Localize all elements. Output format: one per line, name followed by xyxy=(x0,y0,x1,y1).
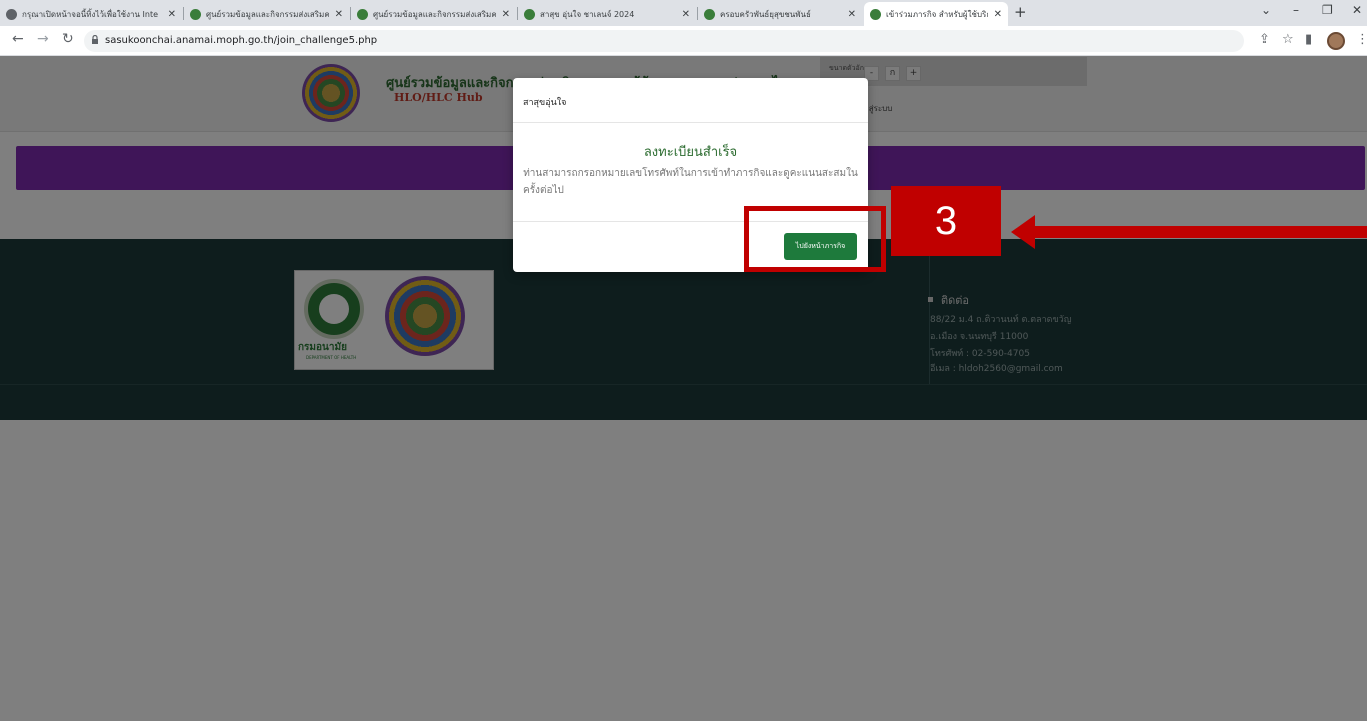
close-icon[interactable]: ✕ xyxy=(502,9,510,20)
browser-tab[interactable]: สาสุข อุ่นใจ ชาเลนจ์ 2024 ✕ xyxy=(518,2,696,26)
modal-message-line2: ครั้งต่อไป xyxy=(523,185,564,196)
close-icon[interactable]: ✕ xyxy=(994,9,1002,20)
back-icon[interactable]: ← xyxy=(12,31,24,47)
modal-message-line1: ท่านสามารถกรอกหมายเลขโทรศัพท์ในการเข้าทำ… xyxy=(523,168,858,179)
tab-title: สาสุข อุ่นใจ ชาเลนจ์ 2024 xyxy=(540,9,635,19)
close-icon[interactable]: ✕ xyxy=(682,9,690,20)
browser-tab-active[interactable]: เข้าร่วมภารกิจ สำหรับผู้ใช้บริการ ✕ xyxy=(864,2,1008,26)
close-icon[interactable]: ✕ xyxy=(848,9,856,20)
globe-icon xyxy=(6,8,17,20)
tab-title: ครอบครัวพันธ์ยุสุขชนพันธ์ xyxy=(720,9,811,19)
modal-header: สาสุขอุ่นใจ xyxy=(513,78,868,123)
restore-icon[interactable]: ❐ xyxy=(1322,3,1333,17)
modal-message: ท่านสามารถกรอกหมายเลขโทรศัพท์ในการเข้าทำ… xyxy=(513,166,868,198)
share-icon[interactable]: ⇪ xyxy=(1259,32,1270,47)
tab-search-icon[interactable]: ⌄ xyxy=(1261,3,1271,17)
browser-toolbar: ← → ↻ sasukoonchai.anamai.moph.go.th/joi… xyxy=(0,26,1367,56)
site-favicon-icon xyxy=(704,8,715,20)
tab-title: กรุณาเปิดหน้าจอนี้ทิ้งไว้เพื่อใช้งาน Int… xyxy=(22,9,158,19)
side-panel-icon[interactable]: ▮ xyxy=(1305,32,1312,47)
tab-title: ศูนย์รวมข้อมูลและกิจกรรมส่งเสริมความ xyxy=(206,9,329,19)
forward-icon[interactable]: → xyxy=(37,31,49,47)
site-favicon-icon xyxy=(190,8,201,20)
profile-avatar[interactable] xyxy=(1327,32,1345,50)
modal-header-title: สาสุขอุ่นใจ xyxy=(523,98,567,108)
highlight-box xyxy=(744,206,886,272)
site-favicon-icon xyxy=(870,8,881,20)
modal-title: ลงทะเบียนสำเร็จ xyxy=(643,145,738,160)
step-number-badge: 3 xyxy=(891,186,1001,256)
close-icon[interactable]: ✕ xyxy=(335,9,343,20)
browser-tab[interactable]: ศูนย์รวมข้อมูลและกิจกรรมส่งเสริมความ ✕ xyxy=(351,2,516,26)
close-icon[interactable]: ✕ xyxy=(168,9,176,20)
lock-icon xyxy=(92,35,98,44)
minimize-icon[interactable]: – xyxy=(1293,3,1299,17)
url-text: sasukoonchai.anamai.moph.go.th/join_chal… xyxy=(105,35,378,46)
bookmark-star-icon[interactable]: ☆ xyxy=(1282,32,1294,47)
new-tab-icon[interactable]: + xyxy=(1014,3,1027,21)
browser-tab[interactable]: ศูนย์รวมข้อมูลและกิจกรรมส่งเสริมความ ✕ xyxy=(184,2,349,26)
site-favicon-icon xyxy=(357,8,368,20)
window-close-icon[interactable]: ✕ xyxy=(1352,3,1362,17)
tab-title: ศูนย์รวมข้อมูลและกิจกรรมส่งเสริมความ xyxy=(373,9,496,19)
menu-kebab-icon[interactable]: ⋮ xyxy=(1356,32,1367,47)
arrow-icon xyxy=(1034,226,1367,238)
arrow-head-icon xyxy=(1011,215,1035,249)
tab-title: เข้าร่วมภารกิจ สำหรับผู้ใช้บริการ xyxy=(886,9,988,19)
browser-tab[interactable]: ครอบครัวพันธ์ยุสุขชนพันธ์ ✕ xyxy=(698,2,862,26)
reload-icon[interactable]: ↻ xyxy=(62,31,74,47)
browser-tabstrip: กรุณาเปิดหน้าจอนี้ทิ้งไว้เพื่อใช้งาน Int… xyxy=(0,0,1367,26)
browser-tab[interactable]: กรุณาเปิดหน้าจอนี้ทิ้งไว้เพื่อใช้งาน Int… xyxy=(0,2,182,26)
site-favicon-icon xyxy=(524,8,535,20)
